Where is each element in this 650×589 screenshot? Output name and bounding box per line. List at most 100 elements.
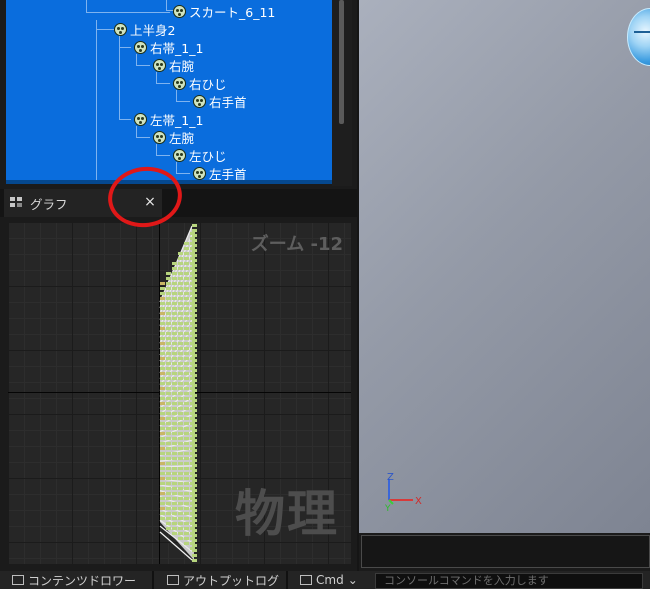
tree-item-left-arm[interactable]: 左腕 — [153, 128, 194, 146]
graph-node — [160, 402, 165, 405]
graph-node — [192, 259, 197, 262]
graph-node — [166, 407, 171, 410]
graph-node — [184, 332, 189, 335]
graph-node — [192, 514, 197, 517]
tree-item-right-arm[interactable]: 右腕 — [153, 56, 194, 74]
graph-node — [192, 509, 197, 512]
graph-node — [192, 459, 197, 462]
graph-node — [172, 412, 177, 415]
graph-node — [178, 467, 183, 470]
graph-node — [172, 382, 177, 385]
graph-node — [166, 397, 171, 400]
graph-node — [166, 462, 171, 465]
tree-item-label: 左帯_1_1 — [150, 112, 204, 128]
graph-node — [192, 484, 197, 487]
graph-node — [172, 367, 177, 370]
graph-node — [184, 272, 189, 275]
axis-gizmo-icon: Z X Y — [384, 472, 422, 514]
left-column: スカート_6_11 上半身2 右帯_1_1 右腕 右ひじ 右手首 左帯_1_1 — [0, 0, 357, 571]
graph-node — [178, 272, 183, 275]
graph-node — [160, 462, 165, 465]
tree-item-left-sash[interactable]: 左帯_1_1 — [134, 110, 203, 128]
graph-node — [184, 242, 189, 245]
tree-connector — [166, 0, 167, 10]
graph-node — [184, 322, 189, 325]
graph-node — [166, 372, 171, 375]
graph-node — [178, 377, 183, 380]
tree-item-right-sash[interactable]: 右帯_1_1 — [134, 38, 203, 56]
viewport-3d[interactable]: Z X Y — [359, 0, 650, 533]
graph-node — [192, 339, 197, 342]
graph-node — [192, 554, 197, 557]
graph-node — [184, 542, 189, 545]
graph-node — [160, 302, 165, 305]
graph-node — [166, 327, 171, 330]
graph-node — [184, 412, 189, 415]
graph-node — [184, 302, 189, 305]
viewport-status-box — [361, 535, 650, 568]
graph-node — [166, 412, 171, 415]
graph-node — [172, 477, 177, 480]
tree-connector — [86, 12, 170, 13]
graph-node — [184, 252, 189, 255]
graph-node — [192, 399, 197, 402]
content-drawer-button[interactable]: コンテンツドロワー — [12, 571, 136, 589]
graph-node — [192, 499, 197, 502]
graph-node — [160, 392, 165, 395]
graph-node — [166, 277, 171, 280]
graph-node — [172, 332, 177, 335]
tree-item-upper-body-2[interactable]: 上半身2 — [114, 20, 175, 38]
graph-node — [178, 452, 183, 455]
graph-node — [178, 457, 183, 460]
physics-graph-canvas[interactable]: ズーム -12 物理 — [8, 222, 351, 564]
graph-node — [184, 292, 189, 295]
graph-node — [166, 417, 171, 420]
tree-connector — [96, 29, 114, 30]
graph-node — [184, 257, 189, 260]
tree-item-label: 左腕 — [169, 130, 195, 146]
tree-item-skirt-6-11[interactable]: スカート_6_11 — [173, 2, 275, 20]
graph-node — [166, 382, 171, 385]
tree-scrollbar[interactable] — [332, 0, 352, 186]
graph-node — [184, 347, 189, 350]
tree-connector — [136, 65, 150, 66]
tree-item-right-elbow[interactable]: 右ひじ — [173, 74, 227, 92]
graph-node — [172, 502, 177, 505]
console-command-input[interactable]: コンソールコマンドを入力します — [375, 573, 643, 589]
graph-node — [184, 327, 189, 330]
graph-node — [172, 322, 177, 325]
cmd-dropdown[interactable]: Cmd ⌄ — [300, 571, 358, 589]
graph-node — [178, 492, 183, 495]
graph-node — [184, 317, 189, 320]
output-log-button[interactable]: アウトプットログ — [167, 571, 279, 589]
graph-node — [192, 389, 197, 392]
graph-node — [172, 272, 177, 275]
scrollbar-thumb[interactable] — [339, 0, 344, 124]
graph-node — [178, 282, 183, 285]
tree-item-left-elbow[interactable]: 左ひじ — [173, 146, 227, 164]
graph-node — [184, 432, 189, 435]
graph-node — [178, 417, 183, 420]
graph-node — [184, 352, 189, 355]
graph-node — [192, 359, 197, 362]
graph-node — [160, 517, 165, 520]
graph-node — [184, 537, 189, 540]
graph-node — [172, 457, 177, 460]
graph-node — [172, 372, 177, 375]
output-log-icon — [167, 575, 179, 585]
zoom-level-label: ズーム -12 — [250, 234, 343, 255]
graph-node — [192, 449, 197, 452]
graph-node — [184, 367, 189, 370]
graph-node — [192, 284, 197, 287]
graph-node — [178, 387, 183, 390]
tree-item-right-wrist[interactable]: 右手首 — [193, 92, 247, 110]
skeleton-tree-panel: スカート_6_11 上半身2 右帯_1_1 右腕 右ひじ 右手首 左帯_1_1 — [6, 0, 332, 184]
graph-node — [172, 387, 177, 390]
axis-x-label: X — [415, 496, 422, 507]
graph-node — [160, 412, 165, 415]
preview-sphere — [627, 8, 650, 66]
graph-node — [166, 497, 171, 500]
bone-icon — [114, 22, 127, 36]
graph-node — [160, 482, 165, 485]
graph-node — [166, 337, 171, 340]
